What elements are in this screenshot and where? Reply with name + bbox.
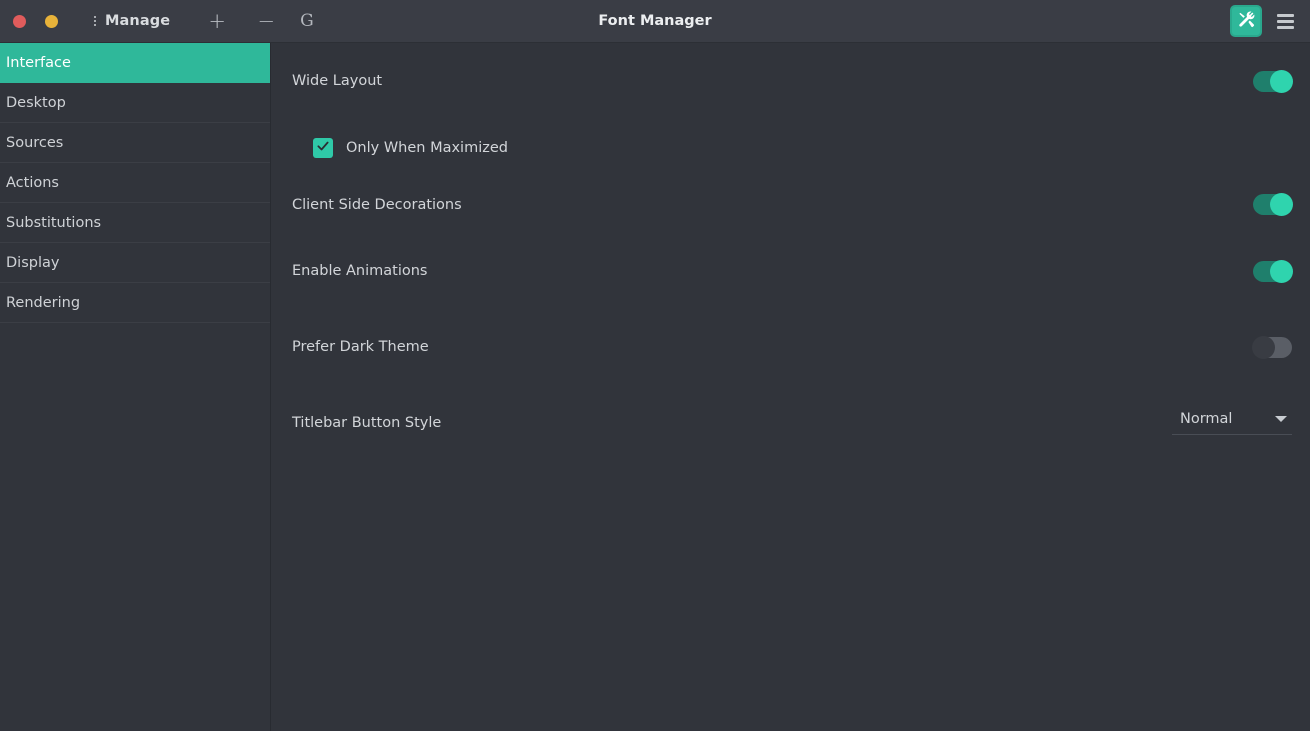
sidebar-item-label: Rendering	[6, 294, 81, 311]
body-container: Interface Desktop Sources Actions Substi…	[0, 43, 1310, 731]
toggle-knob	[1270, 259, 1293, 283]
setting-row-only-when-maximized: Only When Maximized	[292, 119, 1292, 176]
titlebar-left-group: Manage + − G	[0, 0, 314, 42]
remove-button[interactable]: −	[249, 4, 283, 38]
sidebar-item-actions[interactable]: Actions	[0, 163, 270, 203]
wide-layout-label: Wide Layout	[292, 73, 383, 89]
sidebar: Interface Desktop Sources Actions Substi…	[0, 43, 271, 731]
checkmark-icon	[316, 138, 330, 157]
settings-panel: Wide Layout Only When Maximized Client S…	[271, 43, 1310, 731]
sidebar-item-label: Substitutions	[6, 214, 102, 231]
prefer-dark-theme-toggle[interactable]	[1252, 335, 1292, 359]
setting-row-wide-layout: Wide Layout	[292, 43, 1293, 119]
toggle-knob	[1270, 69, 1293, 93]
only-when-maximized-checkbox[interactable]	[313, 137, 333, 158]
sidebar-item-label: Interface	[6, 54, 71, 71]
chevron-down-icon	[1275, 416, 1287, 422]
sidebar-item-display[interactable]: Display	[0, 243, 270, 283]
sidebar-item-label: Display	[6, 254, 60, 271]
add-button[interactable]: +	[200, 4, 234, 38]
hamburger-menu-icon	[1276, 13, 1294, 17]
setting-row-client-side-decorations: Client Side Decorations	[292, 176, 1293, 233]
sidebar-item-label: Desktop	[6, 94, 66, 111]
only-when-maximized-label: Only When Maximized	[346, 139, 508, 156]
hamburger-menu-icon-bar3	[1276, 25, 1294, 29]
toggle-knob	[1270, 193, 1293, 216]
setting-row-enable-animations: Enable Animations	[292, 233, 1293, 309]
sidebar-item-label: Actions	[6, 174, 59, 191]
titlebar-right-group	[1230, 0, 1300, 42]
sidebar-item-label: Sources	[6, 134, 64, 151]
setting-row-prefer-dark-theme: Prefer Dark Theme	[292, 309, 1292, 385]
setting-row-titlebar-button-style: Titlebar Button Style Normal	[292, 385, 1292, 461]
hamburger-menu-icon-bar2	[1276, 19, 1294, 23]
tools-button[interactable]	[1230, 5, 1262, 37]
sidebar-item-substitutions[interactable]: Substitutions	[0, 203, 270, 243]
prefer-dark-theme-label: Prefer Dark Theme	[292, 339, 429, 355]
sidebar-item-desktop[interactable]: Desktop	[0, 83, 270, 123]
dropdown-selected-value: Normal	[1180, 411, 1233, 427]
glyph-preview-label: G	[300, 11, 314, 31]
sidebar-item-rendering[interactable]: Rendering	[0, 283, 270, 323]
titlebar: Manage + − G Font Manager	[0, 0, 1310, 43]
close-window-button[interactable]	[13, 14, 26, 28]
client-side-decorations-toggle[interactable]	[1253, 193, 1293, 216]
manage-label: Manage	[105, 13, 171, 29]
enable-animations-toggle[interactable]	[1253, 259, 1293, 283]
client-side-decorations-label: Client Side Decorations	[292, 196, 462, 213]
toggle-knob	[1252, 335, 1275, 359]
main-menu-button[interactable]	[1270, 5, 1300, 37]
titlebar-button-style-label: Titlebar Button Style	[292, 415, 442, 431]
vertical-dots-icon	[92, 16, 98, 26]
sidebar-item-interface[interactable]: Interface	[0, 43, 270, 83]
wide-layout-toggle[interactable]	[1253, 69, 1293, 93]
manage-menu-button[interactable]: Manage	[92, 0, 170, 42]
minimize-window-button[interactable]	[45, 14, 58, 28]
enable-animations-label: Enable Animations	[292, 263, 428, 279]
sidebar-item-sources[interactable]: Sources	[0, 123, 270, 163]
titlebar-button-style-dropdown[interactable]: Normal	[1172, 411, 1292, 435]
tools-icon	[1237, 10, 1256, 33]
